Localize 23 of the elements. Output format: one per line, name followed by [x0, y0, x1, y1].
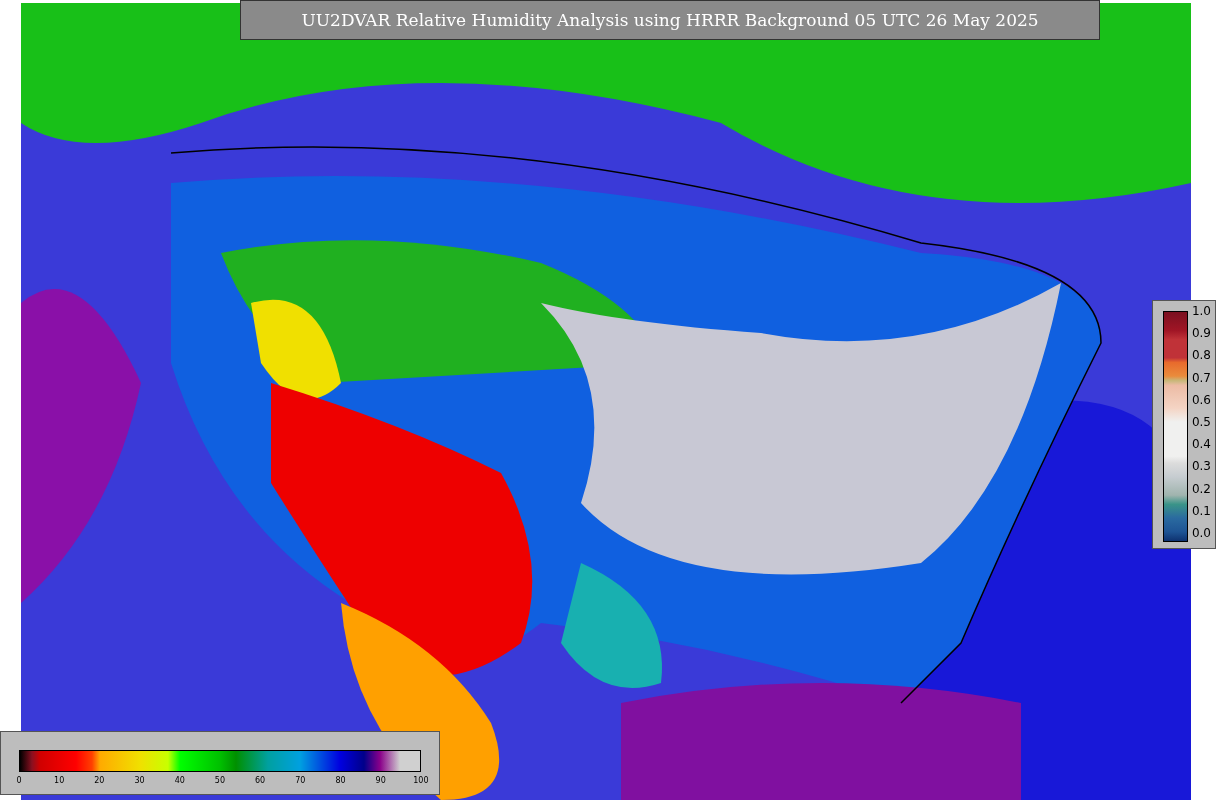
tick-label: 0.4	[1191, 437, 1211, 452]
map-title: UU2DVAR Relative Humidity Analysis using HRRR Background 05 UTC 26 May 2025	[240, 0, 1100, 40]
tick-label: 0.6	[1191, 392, 1211, 407]
tick-label: 0.9	[1191, 326, 1211, 341]
tick-label: 30	[133, 776, 146, 785]
tick-label: 10	[53, 776, 66, 785]
tick-label: 0.8	[1191, 348, 1211, 363]
tick-label: 100	[412, 776, 429, 785]
tick-label: 0.5	[1191, 414, 1211, 429]
tick-label: 0.2	[1191, 481, 1211, 496]
tick-label: 0.7	[1191, 370, 1211, 385]
tick-label: 0.3	[1191, 459, 1211, 474]
tick-label: 1.0	[1191, 304, 1211, 318]
tick-label: 0	[15, 776, 23, 785]
tick-label: 70	[294, 776, 307, 785]
tick-label: 0.1	[1191, 503, 1211, 518]
tick-label: 60	[254, 776, 267, 785]
tick-label: 40	[173, 776, 186, 785]
tick-label: 20	[93, 776, 106, 785]
tick-label: 90	[374, 776, 387, 785]
tick-label: 0.0	[1191, 525, 1211, 540]
tick-label: 80	[334, 776, 347, 785]
tick-label: 50	[213, 776, 227, 785]
